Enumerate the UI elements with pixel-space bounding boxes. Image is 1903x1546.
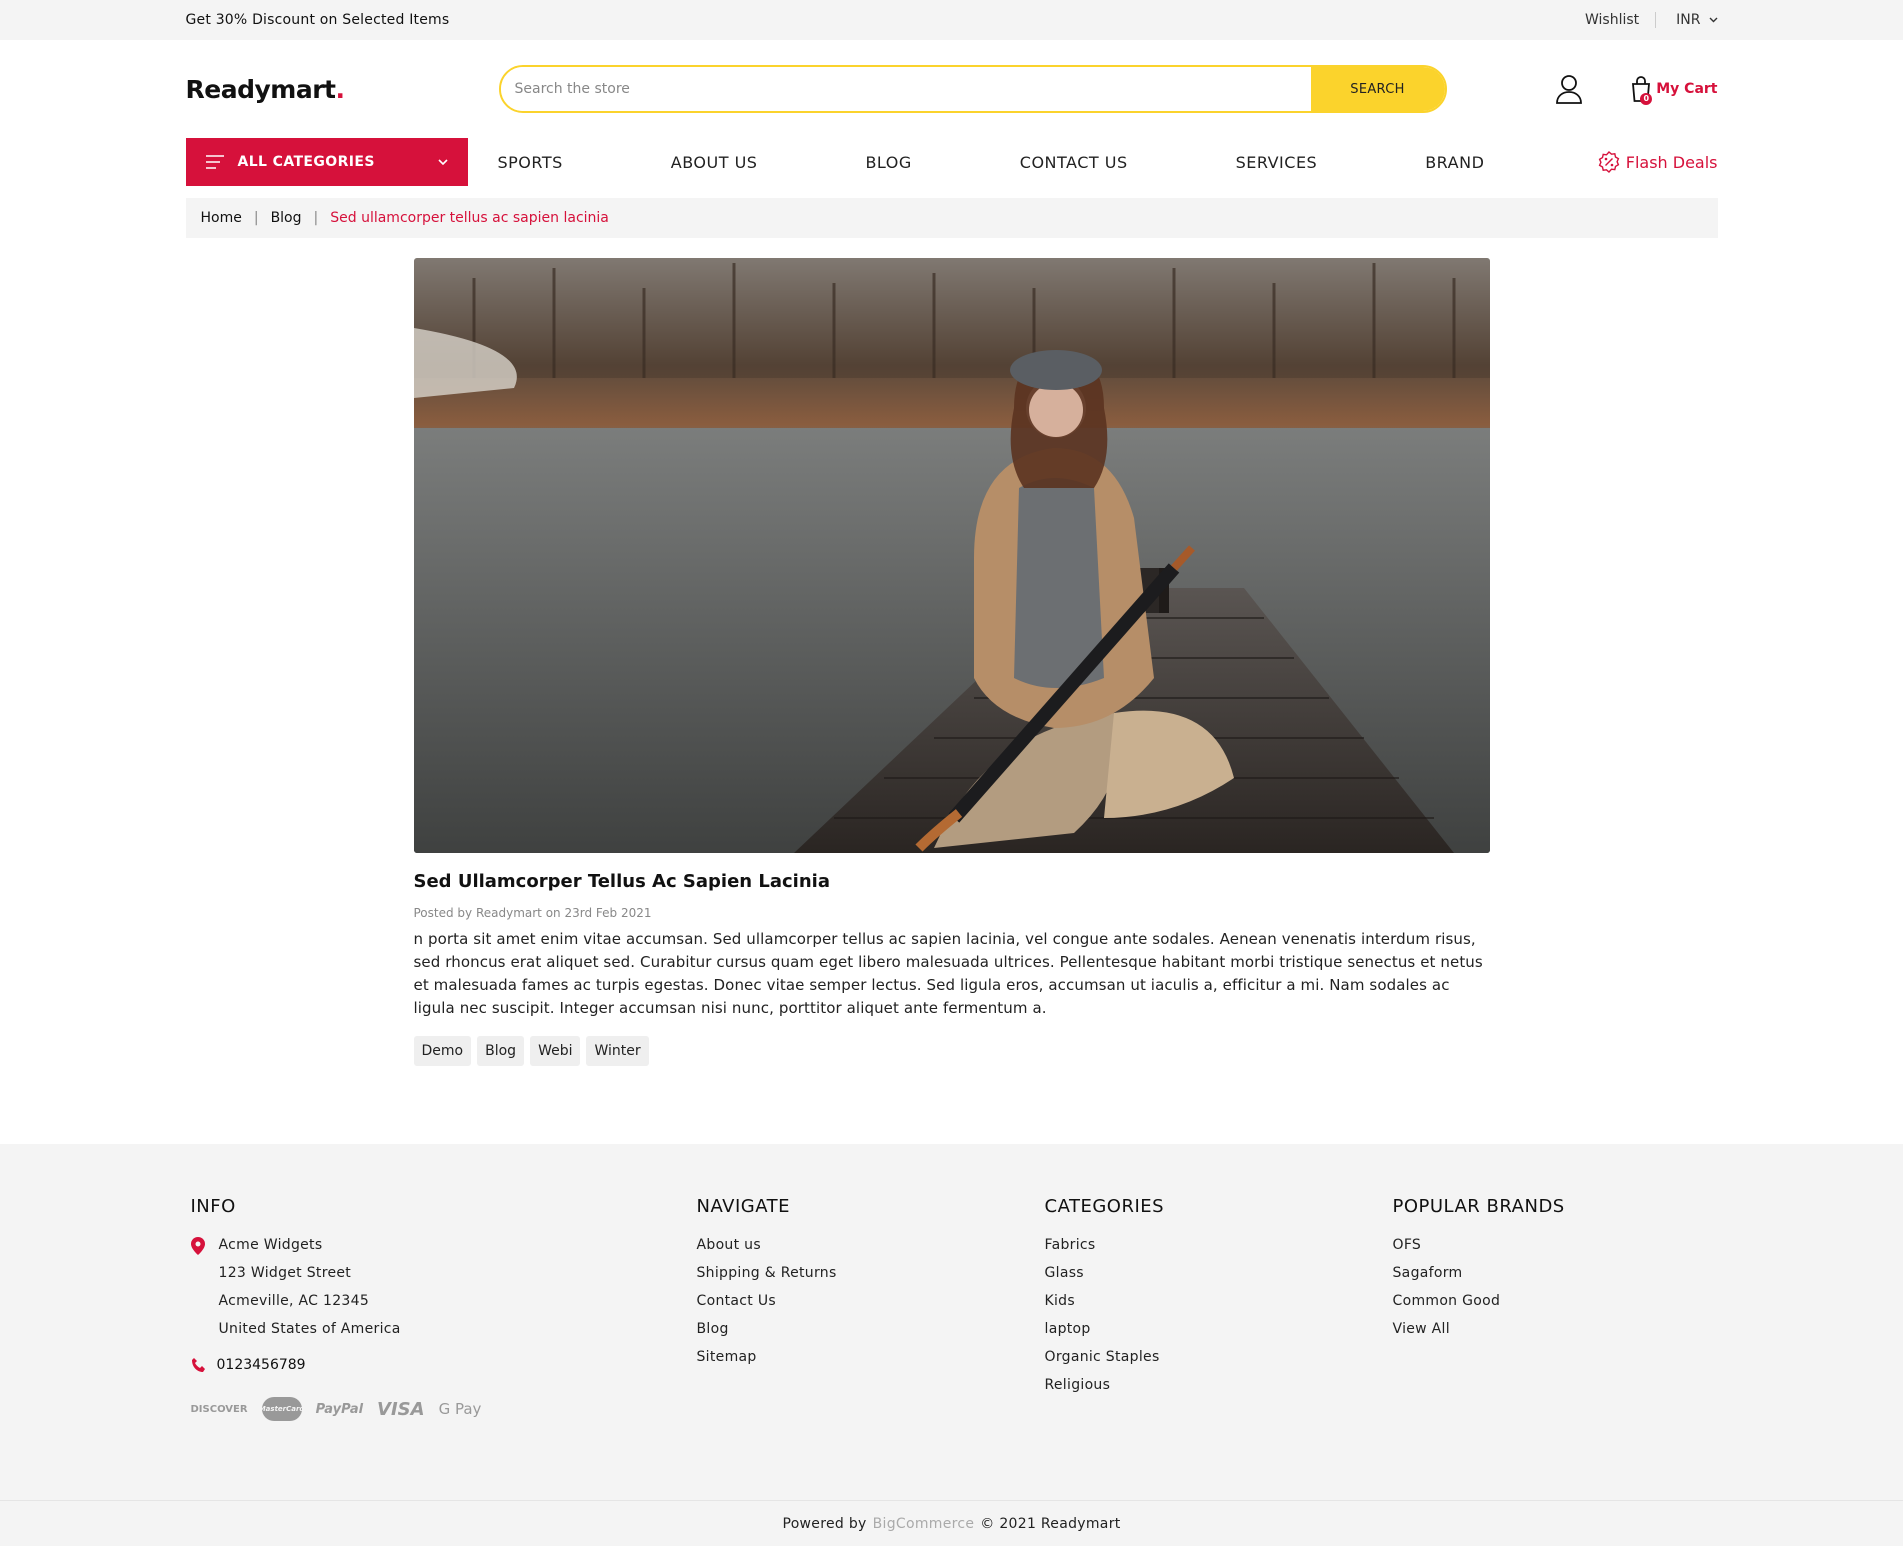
footer-brand-link[interactable]: Common Good [1393,1293,1565,1309]
address-line: 123 Widget Street [218,1265,352,1281]
google-pay-icon: G Pay [438,1400,482,1418]
footer-brand-link[interactable]: View All [1393,1321,1565,1337]
site-footer: INFO Acme Widgets 123 Widget Street Acme… [0,1144,1903,1500]
blog-post: Sed Ullamcorper Tellus Ac Sapien Lacinia… [413,258,1490,1066]
search-input[interactable] [500,67,1311,111]
all-categories-button[interactable]: ALL CATEGORIES [185,138,468,186]
search-button[interactable]: SEARCH [1310,67,1445,111]
visa-icon: VISA [377,1398,425,1420]
cart-count-badge: 0 [1640,93,1653,105]
footer-category-link[interactable]: Organic Staples [1045,1349,1393,1365]
footer-brand-link[interactable]: OFS [1393,1237,1565,1253]
footer-category-link[interactable]: Glass [1045,1265,1393,1281]
nav-item-about-us[interactable]: ABOUT US [671,153,758,172]
top-bar: Get 30% Discount on Selected Items Wishl… [0,0,1903,40]
main-nav: ALL CATEGORIES SPORTS ABOUT US BLOG CONT… [0,138,1903,188]
nav-item-sports[interactable]: SPORTS [498,153,563,172]
nav-item-blog[interactable]: BLOG [865,153,911,172]
bigcommerce-link[interactable]: BigCommerce [873,1516,975,1532]
tag-webi[interactable]: Webi [530,1036,581,1066]
nav-item-contact-us[interactable]: CONTACT US [1020,153,1128,172]
wishlist-link[interactable]: Wishlist [1585,12,1657,28]
chevron-down-icon [1709,17,1717,23]
menu-lines-icon [205,155,224,169]
post-body: n porta sit amet enim vitae accumsan. Se… [413,930,1483,1017]
footer-link-sitemap[interactable]: Sitemap [697,1349,1045,1365]
nav-item-services[interactable]: SERVICES [1236,153,1318,172]
currency-label: INR [1676,12,1701,28]
footer-brands-title: POPULAR BRANDS [1392,1196,1565,1217]
site-logo[interactable]: Readymart. [186,75,499,104]
tag-winter[interactable]: Winter [586,1036,649,1066]
powered-by-text: Powered by [782,1515,867,1532]
footer-brands: POPULAR BRANDS OFS Sagaform Common Good … [1393,1196,1565,1421]
cart-label: My Cart [1656,81,1718,97]
location-pin-icon [190,1237,205,1255]
footer-categories-title: CATEGORIES [1044,1196,1165,1217]
site-header: Readymart. SEARCH 0 My Cart [0,40,1903,138]
footer-brand-link[interactable]: Sagaform [1393,1265,1565,1281]
flash-deals-link[interactable]: Flash Deals [1598,151,1718,173]
address-line: United States of America [218,1321,401,1337]
post-hero-image [413,258,1490,853]
breadcrumb: Home | Blog | Sed ullamcorper tellus ac … [185,198,1718,238]
logo-dot: . [335,74,345,104]
breadcrumb-blog[interactable]: Blog [271,210,302,226]
payment-icons: DISCOVER MasterCard PayPal VISA G Pay [191,1397,697,1421]
phone-icon [191,1358,205,1372]
footer-categories: CATEGORIES Fabrics Glass Kids laptop Org… [1045,1196,1393,1421]
address-line: Acme Widgets [218,1237,323,1253]
breadcrumb-home[interactable]: Home [201,210,242,226]
all-categories-label: ALL CATEGORIES [237,154,375,170]
user-account-icon[interactable] [1554,73,1584,105]
footer-category-link[interactable]: Religious [1045,1377,1393,1393]
footer-link-about-us[interactable]: About us [697,1237,1045,1253]
post-title: Sed Ullamcorper Tellus Ac Sapien Lacinia [413,871,830,892]
footer-category-link[interactable]: Fabrics [1045,1237,1393,1253]
footer-link-contact[interactable]: Contact Us [697,1293,1045,1309]
flash-deals-label: Flash Deals [1625,152,1718,172]
promo-text: Get 30% Discount on Selected Items [185,12,450,28]
footer-category-link[interactable]: laptop [1045,1321,1393,1337]
nav-item-brand[interactable]: BRAND [1425,153,1484,172]
breadcrumb-current: Sed ullamcorper tellus ac sapien lacinia [330,210,609,226]
footer-link-shipping[interactable]: Shipping & Returns [697,1265,1045,1281]
tag-demo[interactable]: Demo [413,1036,472,1066]
breadcrumb-separator: | [253,210,259,226]
currency-selector[interactable]: INR [1656,12,1717,28]
tag-blog[interactable]: Blog [477,1036,525,1066]
discount-badge-icon [1598,151,1620,173]
mastercard-icon: MasterCard [259,1397,304,1421]
footer-category-link[interactable]: Kids [1045,1293,1393,1309]
footer-phone[interactable]: 0123456789 [191,1357,697,1373]
nav-menu: SPORTS ABOUT US BLOG CONTACT US SERVICES… [498,151,1718,173]
post-tags: Demo Blog Webi Winter [413,1036,1490,1066]
paypal-icon: PayPal [315,1401,364,1417]
footer-navigate-title: NAVIGATE [696,1196,790,1217]
copyright-text: © 2021 Readymart [980,1515,1121,1532]
footer-bottom-bar: Powered by BigCommerce © 2021 Readymart [0,1500,1903,1546]
chevron-down-icon [437,159,448,165]
breadcrumb-separator: | [313,210,319,226]
cart-button[interactable]: 0 My Cart [1630,75,1718,105]
search-bar: SEARCH [498,65,1447,113]
footer-info-title: INFO [190,1196,236,1217]
discover-icon: DISCOVER [190,1403,248,1415]
phone-number: 0123456789 [216,1357,306,1373]
footer-info: INFO Acme Widgets 123 Widget Street Acme… [186,1196,697,1421]
address-line: Acmeville, AC 12345 [218,1293,370,1309]
footer-link-blog[interactable]: Blog [697,1321,1045,1337]
logo-text: Readymart [185,74,336,104]
post-meta: Posted by Readymart on 23rd Feb 2021 [413,906,652,920]
footer-navigate: NAVIGATE About us Shipping & Returns Con… [697,1196,1045,1421]
